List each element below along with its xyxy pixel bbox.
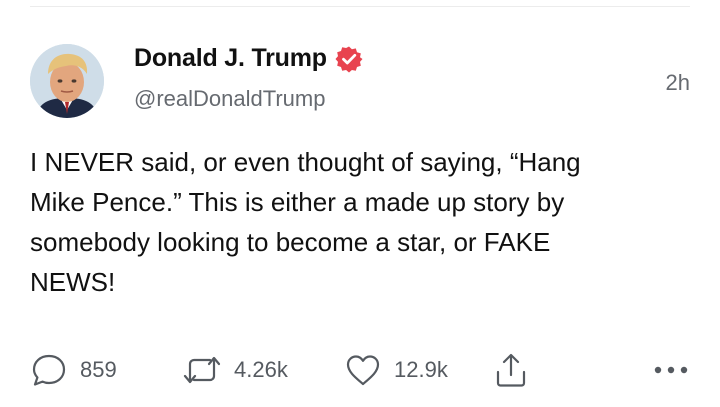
retweet-button[interactable]: 4.26k <box>182 350 288 390</box>
share-icon <box>496 353 526 387</box>
name-row: Donald J. Trump <box>134 44 363 73</box>
more-icon <box>654 366 688 374</box>
top-divider <box>30 6 690 7</box>
action-bar: 859 4.26k 12.9k <box>30 350 690 390</box>
like-button[interactable]: 12.9k <box>344 350 448 390</box>
handle[interactable]: @realDonaldTrump <box>134 86 325 112</box>
reply-icon <box>32 354 66 386</box>
verified-badge-icon <box>335 46 363 72</box>
like-count: 12.9k <box>394 357 448 382</box>
heart-icon <box>346 355 380 386</box>
reply-count: 859 <box>80 357 117 382</box>
retweet-icon <box>183 356 221 384</box>
tweet-text: I NEVER said, or even thought of saying,… <box>30 147 581 297</box>
share-button[interactable] <box>494 350 528 390</box>
retweet-count: 4.26k <box>234 357 288 382</box>
timestamp[interactable]: 2h <box>666 70 690 96</box>
reply-button[interactable]: 859 <box>30 350 117 390</box>
display-name[interactable]: Donald J. Trump <box>134 44 327 73</box>
profile-photo <box>30 44 104 118</box>
avatar[interactable] <box>30 44 104 118</box>
more-button[interactable] <box>652 350 690 390</box>
